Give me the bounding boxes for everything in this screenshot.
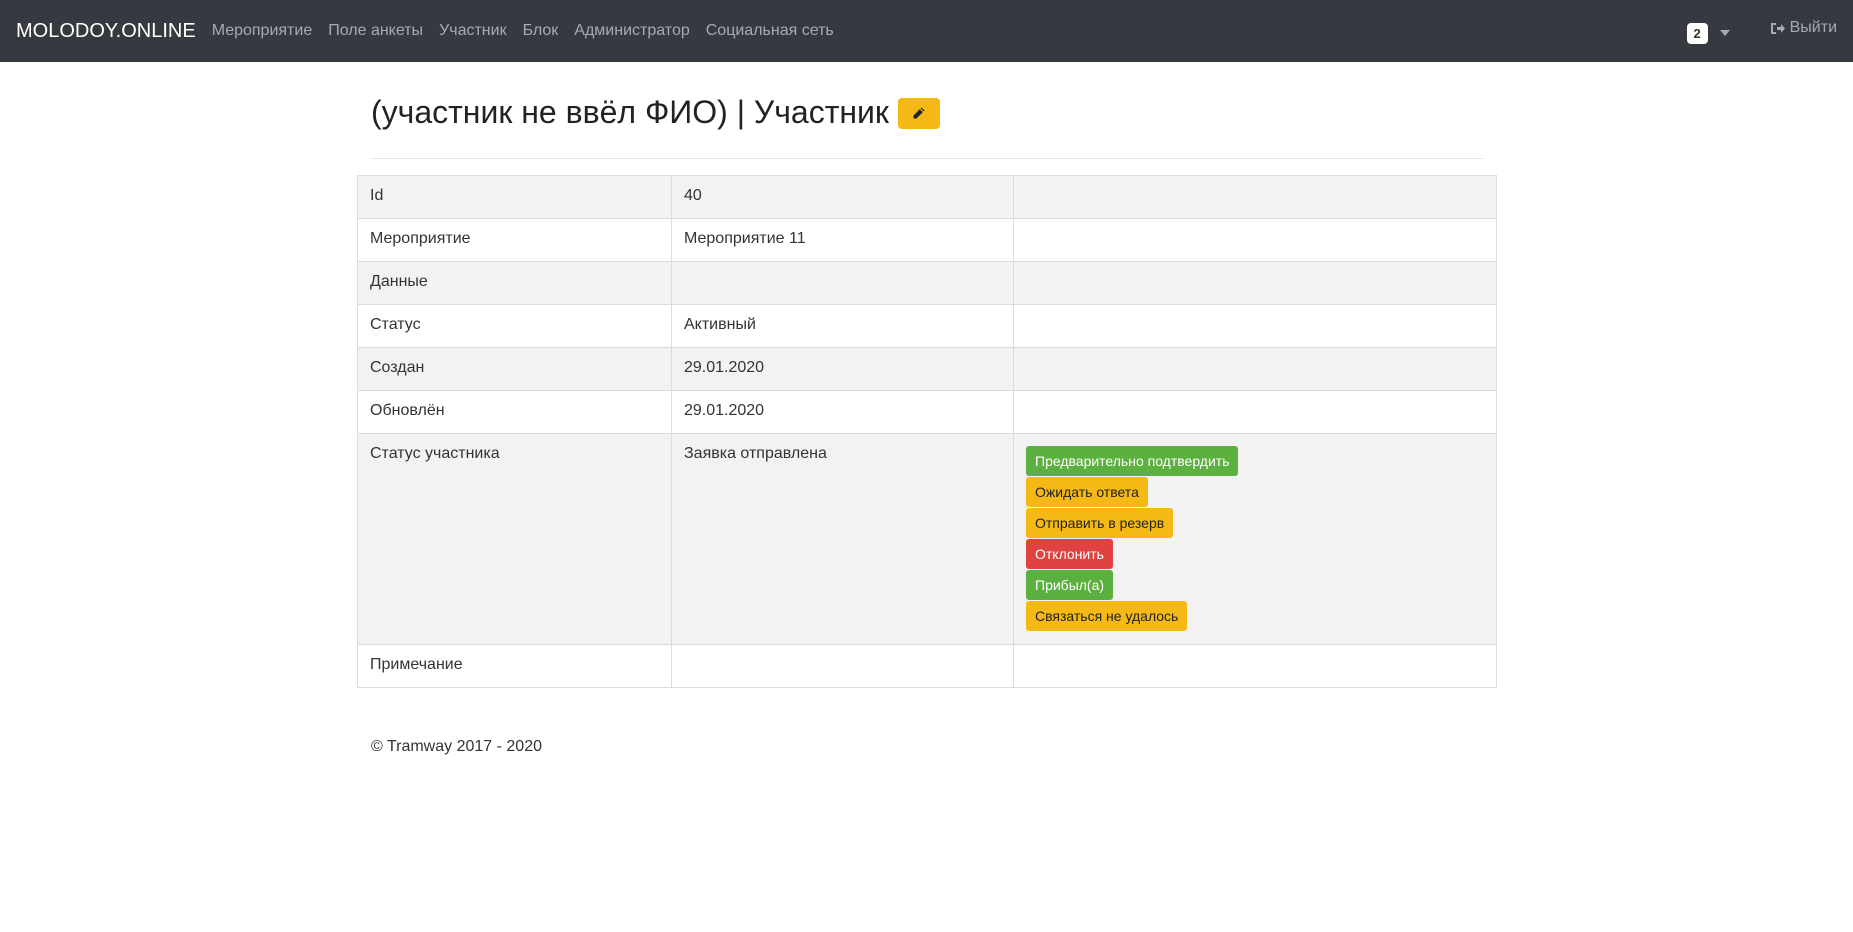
row-value: 40 bbox=[671, 175, 1014, 219]
row-value: Заявка отправлена bbox=[671, 433, 1014, 645]
notification-badge: 2 bbox=[1686, 22, 1708, 44]
row-value: 29.01.2020 bbox=[671, 347, 1014, 391]
await-response-button[interactable]: Ожидать ответа bbox=[1026, 477, 1148, 507]
row-actions bbox=[1013, 644, 1497, 688]
nav-item-form-field[interactable]: Поле анкеты bbox=[320, 22, 431, 40]
main-content: (участник не ввёл ФИО) | Участник Id 40 … bbox=[357, 62, 1497, 756]
table-row: Мероприятие Мероприятие 11 bbox=[357, 218, 1497, 262]
table-row: Примечание bbox=[357, 644, 1497, 688]
contact-failed-button[interactable]: Связаться не удалось bbox=[1026, 601, 1188, 631]
send-to-reserve-button[interactable]: Отправить в резерв bbox=[1026, 508, 1174, 538]
logout-label: Выйти bbox=[1789, 19, 1837, 36]
nav-item-event[interactable]: Мероприятие bbox=[204, 22, 321, 40]
nav-item-participant[interactable]: Участник bbox=[431, 22, 515, 40]
row-label: Данные bbox=[357, 261, 672, 305]
nav-links: Мероприятие Поле анкеты Участник Блок Ад… bbox=[204, 22, 842, 40]
footer-copyright: © Tramway 2017 - 2020 bbox=[371, 738, 542, 755]
row-label: Создан bbox=[357, 347, 672, 391]
table-row: Данные bbox=[357, 261, 1497, 305]
notifications-dropdown[interactable]: 2 bbox=[1686, 22, 1730, 44]
participant-details-table: Id 40 Мероприятие Мероприятие 11 Данные … bbox=[357, 175, 1497, 688]
pre-confirm-button[interactable]: Предварительно подтвердить bbox=[1026, 446, 1239, 476]
page-header: (участник не ввёл ФИО) | Участник bbox=[357, 94, 1497, 131]
table-row: Id 40 bbox=[357, 175, 1497, 219]
brand-logo[interactable]: MOLODOY.ONLINE bbox=[0, 20, 196, 43]
page-title: (участник не ввёл ФИО) | Участник bbox=[371, 94, 889, 130]
row-actions bbox=[1013, 175, 1497, 219]
top-navbar: MOLODOY.ONLINE Мероприятие Поле анкеты У… bbox=[0, 0, 1853, 62]
row-value bbox=[671, 261, 1014, 305]
row-label: Мероприятие bbox=[357, 218, 672, 262]
table-row: Статус Активный bbox=[357, 304, 1497, 348]
row-label: Примечание bbox=[357, 644, 672, 688]
sign-out-icon bbox=[1770, 22, 1785, 34]
reject-button[interactable]: Отклонить bbox=[1026, 539, 1113, 569]
row-actions bbox=[1013, 218, 1497, 262]
row-actions bbox=[1013, 304, 1497, 348]
nav-item-social-network[interactable]: Социальная сеть bbox=[698, 22, 842, 40]
arrived-button[interactable]: Прибыл(а) bbox=[1026, 570, 1114, 600]
row-actions bbox=[1013, 261, 1497, 305]
edit-button[interactable] bbox=[897, 98, 940, 129]
chevron-down-icon bbox=[1719, 30, 1730, 36]
row-value: Мероприятие 11 bbox=[671, 218, 1014, 262]
row-label: Id bbox=[357, 175, 672, 219]
row-label: Статус участника bbox=[357, 433, 672, 645]
logout-link[interactable]: Выйти bbox=[1770, 19, 1837, 37]
navbar-right: 2 Выйти bbox=[1686, 0, 1853, 62]
divider bbox=[371, 158, 1483, 159]
nav-item-admin[interactable]: Администратор bbox=[566, 22, 697, 40]
table-row: Создан 29.01.2020 bbox=[357, 347, 1497, 391]
nav-item-block[interactable]: Блок bbox=[515, 22, 567, 40]
row-value bbox=[671, 644, 1014, 688]
row-label: Статус bbox=[357, 304, 672, 348]
row-label: Обновлён bbox=[357, 390, 672, 434]
row-actions bbox=[1013, 390, 1497, 434]
row-value: Активный bbox=[671, 304, 1014, 348]
table-row: Обновлён 29.01.2020 bbox=[357, 390, 1497, 434]
row-value: 29.01.2020 bbox=[671, 390, 1014, 434]
pencil-icon bbox=[913, 107, 925, 119]
row-actions bbox=[1013, 347, 1497, 391]
status-actions: Предварительно подтвердить Ожидать ответ… bbox=[1013, 433, 1497, 645]
table-row: Статус участника Заявка отправлена Предв… bbox=[357, 433, 1497, 645]
